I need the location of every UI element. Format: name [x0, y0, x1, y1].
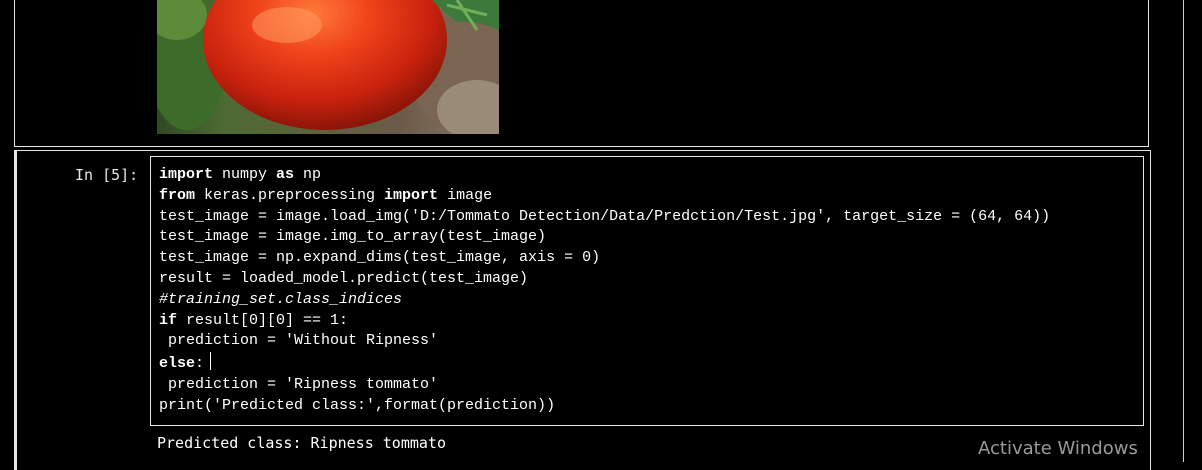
- code-keyword: if: [159, 311, 178, 329]
- code-token: np: [294, 166, 322, 183]
- text-cursor: [210, 352, 212, 371]
- code-keyword: import: [159, 166, 214, 183]
- code-line: if result[0][0] == 1:: [159, 311, 1050, 332]
- code-token: :: [195, 355, 205, 373]
- cell-output: Predicted class: Ripness tommato: [157, 434, 446, 452]
- code-token: test_image = np.expand_dims(test_image, …: [159, 249, 601, 267]
- code-token: prediction = 'Ripness tommato': [159, 375, 439, 393]
- code-token: result = loaded_model.predict(test_image…: [159, 269, 529, 287]
- code-line: result = loaded_model.predict(test_image…: [159, 269, 1050, 290]
- code-line: else:: [159, 352, 1050, 375]
- code-comment: #training_set.class_indices: [159, 290, 403, 308]
- input-prompt: In [5]:: [75, 166, 139, 184]
- code-line: #training_set.class_indices: [159, 290, 1050, 311]
- code-keyword: else: [159, 355, 196, 373]
- code-line: from keras.preprocessing import image: [159, 186, 1050, 207]
- code-line: test_image = image.load_img('D:/Tommato …: [159, 207, 1050, 228]
- code-line: print('Predicted class:',format(predicti…: [159, 396, 1050, 417]
- code-keyword: import: [384, 186, 439, 204]
- code-line: test_image = np.expand_dims(test_image, …: [159, 248, 1050, 269]
- code-token: prediction = 'Without Ripness': [159, 332, 439, 350]
- code-token: numpy: [213, 166, 277, 183]
- code-token: test_image = image.img_to_array(test_ima…: [159, 228, 547, 246]
- code-line: prediction = 'Without Ripness': [159, 331, 1050, 352]
- code-keyword: as: [276, 166, 295, 183]
- code-token: print('Predicted class:',format(predicti…: [159, 396, 556, 414]
- code-token: test_image = image.load_img('D:/Tommato …: [159, 207, 1051, 225]
- code-line: test_image = image.img_to_array(test_ima…: [159, 227, 1050, 248]
- code-line: prediction = 'Ripness tommato': [159, 375, 1050, 396]
- code-editor[interactable]: import numpy as np from keras.preprocessi…: [150, 156, 1144, 426]
- code-line: import numpy as np: [159, 165, 1050, 186]
- code-token: image: [438, 186, 493, 204]
- cell-selection-bar: [15, 151, 17, 470]
- code-keyword: from: [159, 186, 196, 204]
- scrollbar-track[interactable]: [1183, 0, 1184, 462]
- tomato-image: [157, 0, 499, 134]
- code-token: result[0][0] == 1:: [177, 311, 349, 329]
- activate-windows-watermark: Activate Windows: [978, 438, 1138, 459]
- code-text[interactable]: import numpy as np from keras.preprocessi…: [159, 165, 1050, 417]
- code-token: keras.preprocessing: [195, 186, 385, 204]
